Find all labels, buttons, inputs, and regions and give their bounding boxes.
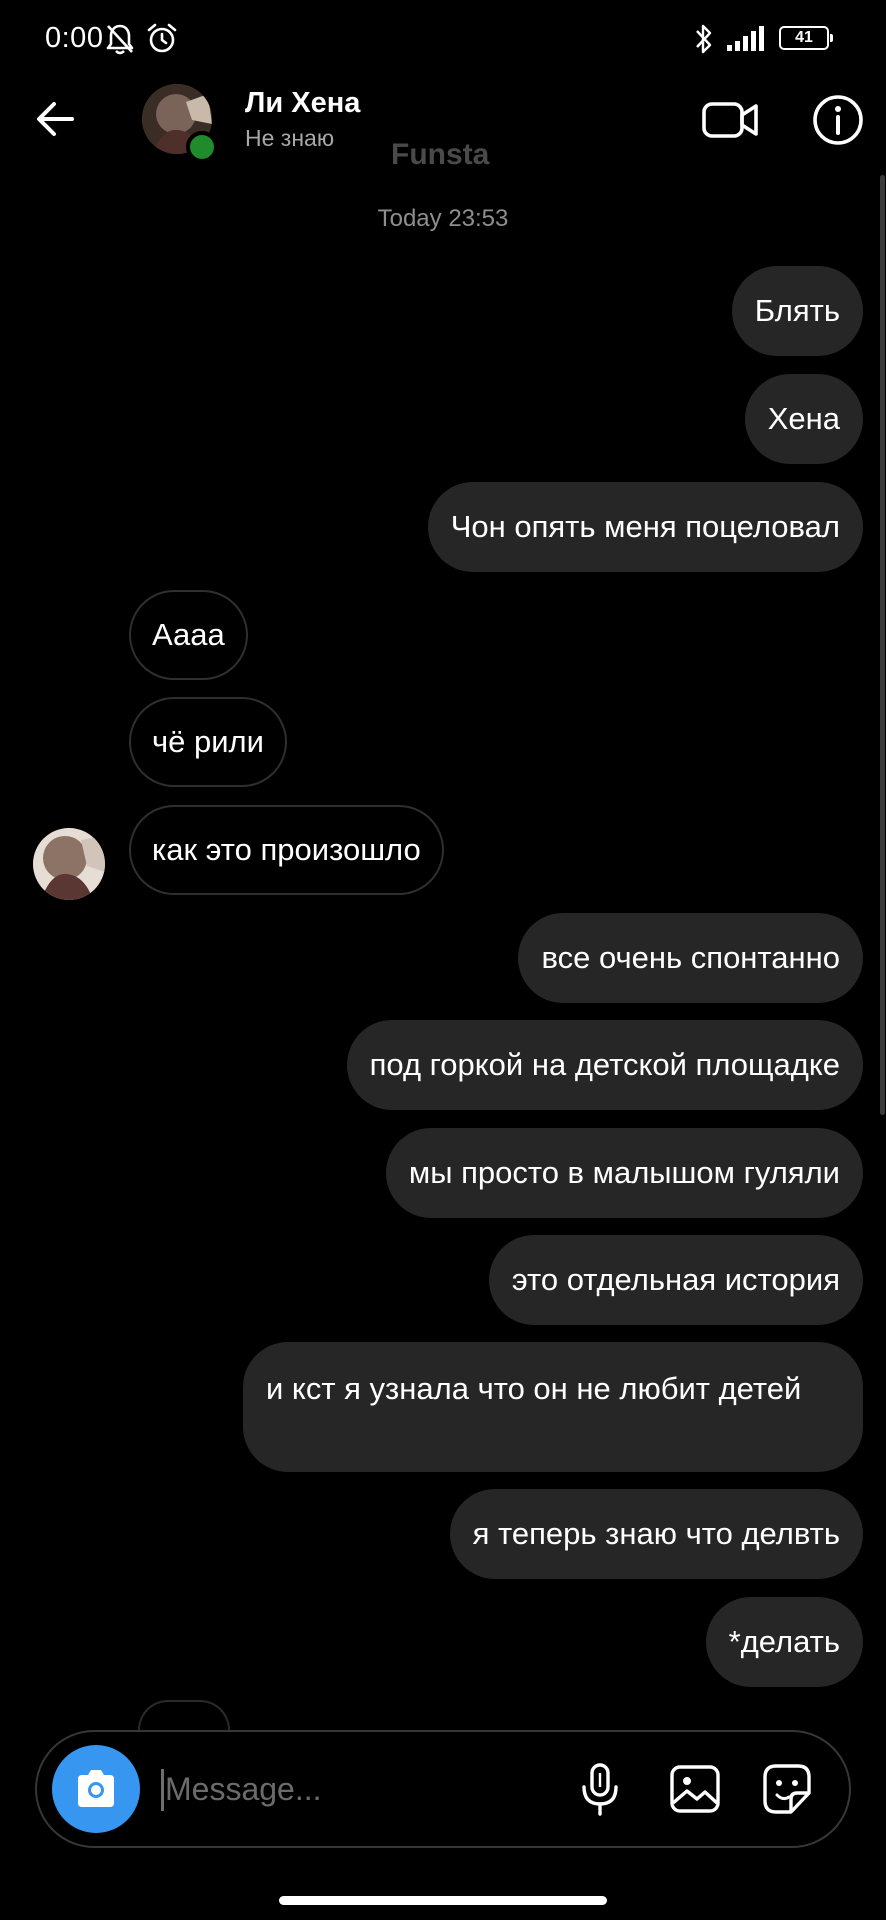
text-caret	[161, 1769, 164, 1811]
watermark-label: Funsta	[391, 138, 490, 171]
gallery-icon[interactable]	[665, 1759, 725, 1819]
microphone-icon[interactable]	[570, 1759, 630, 1819]
sender-avatar[interactable]	[33, 828, 105, 900]
scrollbar[interactable]	[880, 175, 885, 1115]
outgoing-message[interactable]: Блять	[731, 266, 863, 356]
timestamp: Today 23:53	[377, 205, 509, 232]
contact-name[interactable]: Ли Хена	[245, 87, 360, 120]
outgoing-message[interactable]: под горкой на детской площадке	[346, 1020, 863, 1110]
outgoing-message[interactable]: это отдельная история	[488, 1235, 863, 1325]
signal-icon	[727, 26, 764, 51]
outgoing-message[interactable]: Чон опять меня поцеловал	[427, 482, 863, 572]
outgoing-message[interactable]: Хена	[744, 374, 863, 464]
back-arrow-icon[interactable]	[30, 92, 84, 146]
chat-header: Ли Хена Не знаю Funsta	[0, 80, 886, 200]
bell-off-icon	[106, 24, 134, 55]
info-icon[interactable]	[808, 90, 868, 150]
bluetooth-icon	[696, 24, 712, 54]
incoming-message[interactable]: Аааа	[129, 590, 248, 680]
outgoing-message[interactable]: все очень спонтанно	[518, 913, 863, 1003]
partial-message-bubble	[138, 1700, 230, 1730]
outgoing-message[interactable]: *делать	[705, 1597, 863, 1687]
incoming-message[interactable]: как это произошло	[129, 805, 444, 895]
sticker-icon[interactable]	[757, 1759, 817, 1819]
battery-icon: 41	[779, 26, 833, 50]
outgoing-message[interactable]: и кст я узнала что он не любит детей	[243, 1342, 863, 1472]
status-bar: 0:00 41	[0, 0, 886, 80]
camera-button[interactable]	[52, 1745, 140, 1833]
message-input[interactable]	[165, 1764, 585, 1814]
camera-icon	[78, 1770, 114, 1807]
outgoing-message[interactable]: мы просто в малышом гуляли	[385, 1128, 863, 1218]
outgoing-message[interactable]: я теперь знаю что делвть	[449, 1489, 863, 1579]
incoming-message[interactable]: чё рили	[129, 697, 287, 787]
home-indicator[interactable]	[279, 1896, 607, 1905]
contact-status: Не знаю	[245, 125, 335, 151]
sender-avatar-image	[33, 828, 105, 900]
message-composer	[35, 1730, 851, 1848]
online-status-dot	[186, 131, 218, 163]
status-time: 0:00	[45, 22, 104, 54]
alarm-icon	[147, 23, 177, 53]
video-call-icon[interactable]	[700, 90, 760, 150]
